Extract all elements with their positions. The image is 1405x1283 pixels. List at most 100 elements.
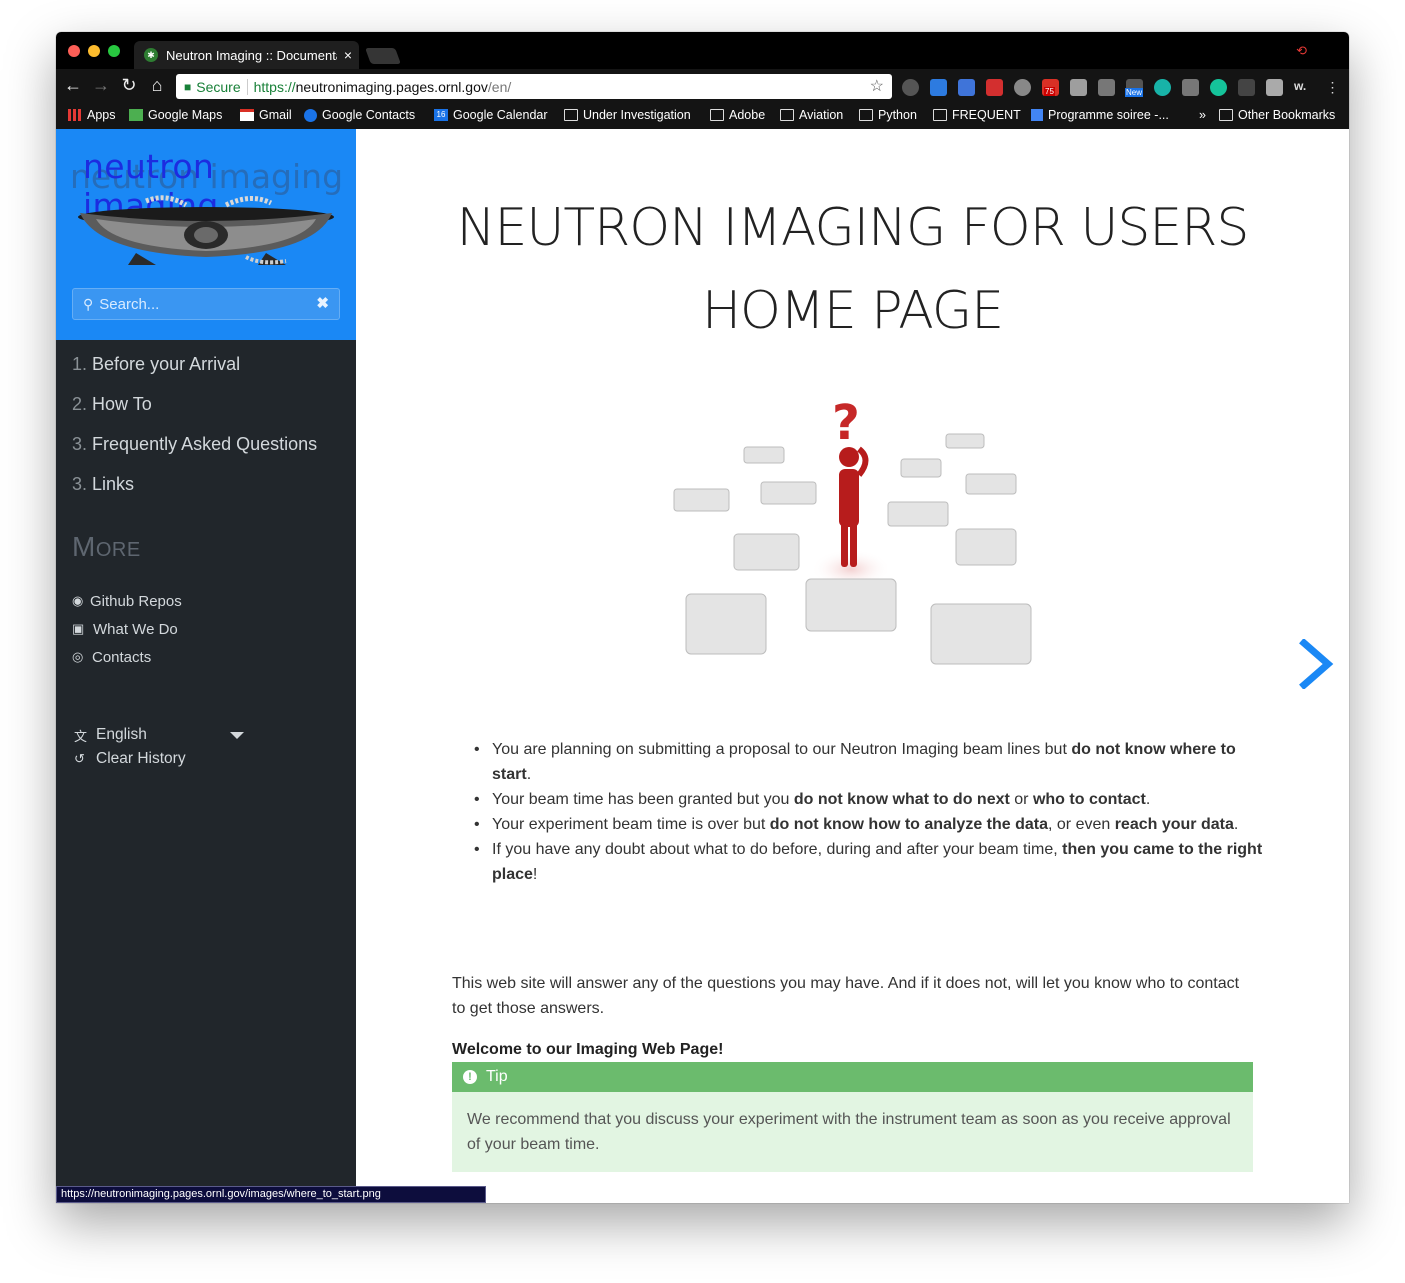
- dropbox-extension-icon[interactable]: [1098, 79, 1115, 96]
- expand-extension-icon[interactable]: [930, 79, 947, 96]
- what-we-do-link[interactable]: ▣ What We Do: [72, 615, 182, 643]
- more-links: ◉ Github Repos ▣ What We Do ◎ Contacts: [72, 587, 182, 671]
- logo-vessel-image[interactable]: [76, 195, 336, 267]
- bookmark-apps[interactable]: Apps: [68, 108, 116, 122]
- grammarly-extension-icon[interactable]: [1210, 79, 1227, 96]
- browser-menu-icon[interactable]: ⋮: [1324, 79, 1341, 96]
- bullet-text: If you have any doubt about what to do b…: [492, 841, 1063, 858]
- browser-toolbar: ← → ↻ ⌂ ■ Secure https:// neutronimaging…: [56, 69, 1349, 104]
- sync-error-icon[interactable]: ⟲: [1296, 43, 1307, 59]
- lock-icon: ■: [184, 79, 192, 94]
- menu-label: Frequently Asked Questions: [92, 434, 318, 454]
- welcome-text: Welcome to our Imaging Web Page!: [452, 1041, 724, 1058]
- notes-extension-icon[interactable]: [1070, 79, 1087, 96]
- page-title-line2: HOME PAGE: [701, 281, 1004, 341]
- bookmark-python[interactable]: Python: [859, 108, 917, 122]
- zoom-window-button[interactable]: [108, 45, 120, 57]
- bookmarks-bar: Apps Google Maps Gmail Google Contacts 1…: [56, 104, 1349, 129]
- bookmark-gmail[interactable]: Gmail: [240, 108, 292, 122]
- block-extension-icon[interactable]: [986, 79, 1003, 96]
- search-placeholder: Search...: [99, 295, 160, 313]
- contacts-link[interactable]: ◎ Contacts: [72, 643, 182, 671]
- calendar-icon: 16: [434, 109, 448, 121]
- bookmark-star-icon[interactable]: ☆: [870, 76, 884, 96]
- bookmark-adobe[interactable]: Adobe: [710, 108, 765, 122]
- translate-extension-icon[interactable]: [958, 79, 975, 96]
- new-extension-icon[interactable]: New: [1125, 79, 1144, 97]
- gmail-icon: [240, 109, 254, 121]
- back-arrow-icon[interactable]: ←: [62, 75, 84, 96]
- search-input[interactable]: ⚲ Search... ✖: [72, 288, 340, 320]
- browser-tab[interactable]: ✱ Neutron Imaging :: Documenta ×: [134, 41, 359, 69]
- bullet-text: , or even: [1048, 816, 1115, 833]
- bookmark-label: Google Calendar: [453, 108, 548, 122]
- home-icon[interactable]: ⌂: [146, 75, 168, 96]
- mail-extension-icon[interactable]: 75: [1042, 79, 1059, 96]
- bookmark-label: Gmail: [259, 108, 292, 122]
- mercury-extension-icon[interactable]: [1154, 79, 1171, 96]
- new-tab-button[interactable]: [365, 48, 401, 64]
- folder-icon: [780, 109, 794, 121]
- bullet-bold: reach your data: [1114, 816, 1234, 833]
- w-extension-icon[interactable]: w.: [1294, 79, 1311, 96]
- hypothesis-extension-icon[interactable]: [1182, 79, 1199, 96]
- page-extension-icon[interactable]: [1266, 79, 1283, 96]
- bullet-text: Your beam time has been granted but you: [492, 791, 794, 808]
- bookmark-label: Aviation: [799, 108, 844, 122]
- close-window-button[interactable]: [68, 45, 80, 57]
- sidebar-item-before-your-arrival[interactable]: 1. Before your Arrival: [72, 354, 317, 394]
- bookmark-under-investigation[interactable]: Under Investigation: [564, 108, 691, 122]
- sidebar: neutron imaging neutron imaging ⚲ Search…: [56, 129, 356, 1203]
- settings-extension-icon[interactable]: [902, 79, 919, 96]
- bookmark-frequent[interactable]: FREQUENT: [933, 108, 1021, 122]
- page-title: NEUTRON IMAGING FOR USERS HOME PAGE: [396, 187, 1309, 353]
- address-bar[interactable]: ■ Secure https:// neutronimaging.pages.o…: [176, 74, 892, 99]
- bookmark-google-contacts[interactable]: Google Contacts: [304, 108, 415, 122]
- menu-number: 2.: [72, 394, 88, 414]
- list-item: Your experiment beam time is over but do…: [474, 812, 1272, 837]
- language-select[interactable]: 文 English: [74, 723, 244, 747]
- bullet-text: .: [526, 766, 532, 783]
- maps-icon: [129, 109, 143, 121]
- sidebar-item-faq[interactable]: 3. Frequently Asked Questions: [72, 434, 317, 474]
- folder-icon: [564, 109, 578, 121]
- next-page-chevron-icon[interactable]: [1298, 639, 1334, 689]
- clear-search-icon[interactable]: ✖: [316, 294, 329, 312]
- tip-title: Tip: [486, 1068, 508, 1085]
- github-repos-link[interactable]: ◉ Github Repos: [72, 587, 182, 615]
- bullet-text: Your experiment beam time is over but: [492, 816, 770, 833]
- browser-window: ✱ Neutron Imaging :: Documenta × ⟲ ← → ↻…: [56, 32, 1349, 1203]
- where-to-start-image[interactable]: ?: [656, 399, 1046, 699]
- bookmark-other-bookmarks[interactable]: Other Bookmarks: [1219, 108, 1335, 122]
- mail-badge: 75: [1044, 87, 1055, 96]
- bookmarks-overflow-chevron[interactable]: »: [1199, 108, 1206, 122]
- clear-history-link[interactable]: ↺ Clear History: [74, 747, 244, 771]
- menu-number: 3.: [72, 474, 88, 494]
- evernote-extension-icon[interactable]: [1014, 79, 1031, 96]
- more-section-title: More: [72, 531, 141, 562]
- url-path: /en/: [487, 78, 512, 95]
- exclamation-circle-icon: !: [463, 1070, 477, 1084]
- sidebar-item-links[interactable]: 3. Links: [72, 474, 317, 514]
- bookmark-label: Apps: [87, 108, 116, 122]
- h-extension-icon[interactable]: [1238, 79, 1255, 96]
- bookmark-label: Python: [878, 108, 917, 122]
- bookmark-aviation[interactable]: Aviation: [780, 108, 843, 122]
- forward-arrow-icon[interactable]: →: [90, 75, 112, 96]
- bookmark-programme-soiree[interactable]: Programme soiree -...: [1031, 108, 1169, 122]
- tip-box: ! Tip We recommend that you discuss your…: [452, 1062, 1253, 1172]
- tab-strip: ✱ Neutron Imaging :: Documenta × ⟲: [56, 32, 1349, 69]
- sidebar-item-how-to[interactable]: 2. How To: [72, 394, 317, 434]
- tip-header: ! Tip: [452, 1062, 1253, 1092]
- bookmark-label: Adobe: [729, 108, 766, 122]
- bookmark-google-calendar[interactable]: 16 Google Calendar: [434, 108, 548, 122]
- bullet-text: You are planning on submitting a proposa…: [492, 741, 1072, 758]
- tab-close-icon[interactable]: ×: [337, 47, 359, 63]
- url-scheme: https://: [253, 78, 296, 95]
- bookmark-google-maps[interactable]: Google Maps: [129, 108, 222, 122]
- minimize-window-button[interactable]: [88, 45, 100, 57]
- list-item: Your beam time has been granted but you …: [474, 787, 1272, 812]
- sidebar-footer: 文 English ↺ Clear History: [74, 723, 244, 771]
- menu-label: How To: [92, 394, 152, 414]
- reload-icon[interactable]: ↻: [118, 75, 140, 96]
